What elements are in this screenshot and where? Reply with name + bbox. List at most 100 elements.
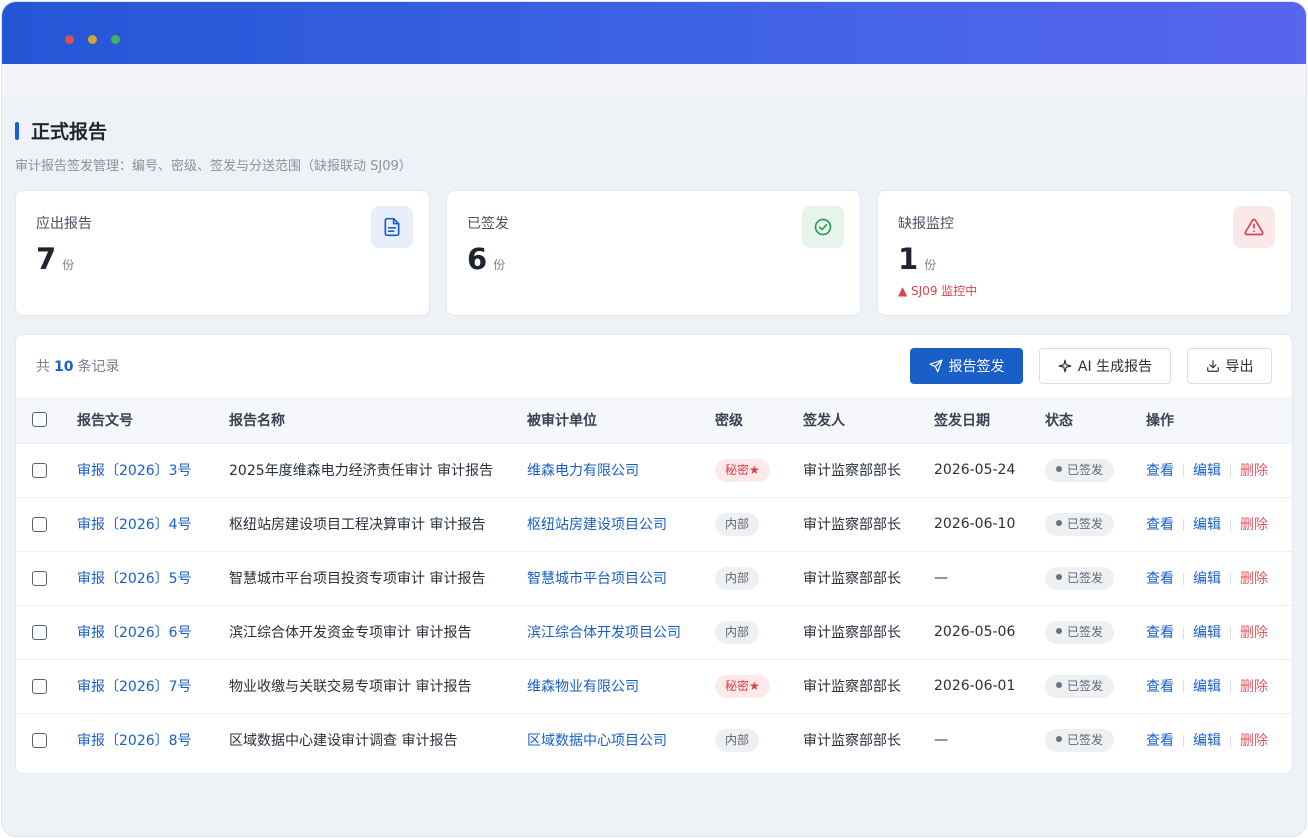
report-number-link[interactable]: 审报〔2026〕8号 [77, 733, 192, 749]
record-count-suffix: 条记录 [77, 359, 120, 375]
signer: 审计监察部部长 [803, 463, 901, 479]
view-link[interactable]: 查看 [1146, 625, 1174, 641]
record-count-prefix: 共 [36, 359, 50, 375]
main-content: 正式报告 审计报告签发管理：编号、密级、签发与分送范围（缺报联动 SJ09） 应… [2, 96, 1306, 776]
signer: 审计监察部部长 [803, 679, 901, 695]
header-signer[interactable]: 签发人 [803, 397, 934, 443]
status-badge: 已签发 [1045, 674, 1115, 698]
row-checkbox[interactable] [32, 516, 47, 532]
audited-unit-link[interactable]: 滨江综合体开发项目公司 [527, 625, 681, 641]
report-table-card: 共 10 条记录 报告签发 AI 生成报告 导出 报告文号 报告名称 被审计单位… [15, 334, 1293, 774]
audited-unit-link[interactable]: 维森电力有限公司 [527, 463, 639, 479]
secret-level-badge: 内部 [715, 512, 760, 536]
report-number-link[interactable]: 审报〔2026〕7号 [77, 679, 192, 695]
delete-link[interactable]: 删除 [1240, 517, 1268, 533]
view-link[interactable]: 查看 [1146, 733, 1174, 749]
report-name: 区域数据中心建设审计调查 审计报告 [229, 733, 458, 750]
divider [1183, 681, 1184, 693]
table-row: 审报〔2026〕3号 2025年度维森电力经济责任审计 审计报告 维森电力有限公… [16, 443, 1292, 497]
export-button[interactable]: 导出 [1187, 348, 1272, 384]
report-number-link[interactable]: 审报〔2026〕3号 [77, 463, 192, 479]
ai-generate-label: AI 生成报告 [1077, 359, 1153, 375]
table-toolbar: 共 10 条记录 报告签发 AI 生成报告 导出 [16, 335, 1292, 397]
header-status[interactable]: 状态 [1045, 397, 1146, 443]
row-checkbox[interactable] [32, 570, 47, 586]
divider [1230, 573, 1231, 585]
secret-level-badge: 内部 [715, 620, 760, 644]
view-link[interactable]: 查看 [1146, 571, 1174, 587]
record-count-value: 10 [54, 359, 74, 375]
issue-date: 2026-06-10 [934, 516, 1016, 532]
app-window: 正式报告 审计报告签发管理：编号、密级、签发与分送范围（缺报联动 SJ09） 应… [2, 2, 1306, 836]
maximize-window-button[interactable] [111, 35, 120, 44]
page-subtitle: 审计报告签发管理：编号、密级、签发与分送范围（缺报联动 SJ09） [15, 159, 412, 174]
stat-value: 1 [898, 242, 919, 276]
header-name[interactable]: 报告名称 [229, 397, 527, 443]
ai-generate-button[interactable]: AI 生成报告 [1039, 348, 1171, 384]
audited-unit-link[interactable]: 维森物业有限公司 [527, 679, 639, 695]
status-badge: 已签发 [1045, 728, 1115, 752]
stat-card-missing: 缺报监控 1 份 ▲ SJ09 监控中 [877, 190, 1292, 316]
edit-link[interactable]: 编辑 [1193, 517, 1221, 533]
report-number-link[interactable]: 审报〔2026〕6号 [77, 625, 192, 641]
stat-unit: 份 [924, 258, 937, 272]
report-name: 智慧城市平台项目投资专项审计 审计报告 [229, 571, 486, 587]
stat-value: 6 [467, 242, 488, 276]
edit-link[interactable]: 编辑 [1193, 463, 1221, 479]
status-dot-icon [1056, 628, 1062, 634]
status-dot-icon [1056, 682, 1062, 688]
report-name: 滨江综合体开发资金专项审计 审计报告 [229, 625, 472, 641]
select-all-checkbox[interactable] [32, 412, 47, 428]
header-secret[interactable]: 密级 [715, 397, 803, 443]
table-row: 审报〔2026〕6号 滨江综合体开发资金专项审计 审计报告 滨江综合体开发项目公… [16, 605, 1292, 659]
audited-unit-link[interactable]: 区域数据中心项目公司 [527, 733, 667, 749]
header-date[interactable]: 签发日期 [934, 397, 1045, 443]
divider [1183, 573, 1184, 585]
row-checkbox[interactable] [32, 624, 47, 640]
edit-link[interactable]: 编辑 [1193, 571, 1221, 587]
title-bar [2, 2, 1306, 64]
view-link[interactable]: 查看 [1146, 679, 1174, 695]
header-unit[interactable]: 被审计单位 [527, 397, 715, 443]
issue-date: — [934, 732, 948, 749]
issue-report-button[interactable]: 报告签发 [910, 348, 1023, 384]
audited-unit-link[interactable]: 智慧城市平台项目公司 [527, 571, 667, 587]
delete-link[interactable]: 删除 [1240, 733, 1268, 749]
row-checkbox[interactable] [32, 462, 47, 478]
status-badge: 已签发 [1045, 620, 1115, 644]
divider [1230, 627, 1231, 639]
title-accent-bar [15, 121, 19, 140]
signer: 审计监察部部长 [803, 571, 901, 587]
minimize-window-button[interactable] [88, 35, 97, 44]
row-checkbox[interactable] [32, 678, 47, 694]
report-number-link[interactable]: 审报〔2026〕4号 [77, 517, 192, 533]
report-name: 枢纽站房建设项目工程决算审计 审计报告 [229, 517, 486, 533]
divider [1183, 519, 1184, 531]
status-badge: 已签发 [1045, 458, 1115, 482]
view-link[interactable]: 查看 [1146, 463, 1174, 479]
secret-level-badge: 秘密★ [715, 674, 770, 698]
audited-unit-link[interactable]: 枢纽站房建设项目公司 [527, 517, 667, 533]
edit-link[interactable]: 编辑 [1193, 625, 1221, 641]
edit-link[interactable]: 编辑 [1193, 679, 1221, 695]
divider [1183, 735, 1184, 748]
delete-link[interactable]: 删除 [1240, 571, 1268, 587]
delete-link[interactable]: 删除 [1240, 679, 1268, 695]
document-icon [371, 206, 413, 248]
row-checkbox[interactable] [32, 732, 47, 748]
table-body: 审报〔2026〕3号 2025年度维森电力经济责任审计 审计报告 维森电力有限公… [16, 443, 1292, 767]
report-number-link[interactable]: 审报〔2026〕5号 [77, 571, 192, 587]
delete-link[interactable]: 删除 [1240, 463, 1268, 479]
send-icon [929, 359, 942, 373]
header-number[interactable]: 报告文号 [77, 397, 229, 443]
status-text: 已签发 [1067, 678, 1104, 693]
delete-link[interactable]: 删除 [1240, 625, 1268, 641]
divider [1230, 681, 1231, 693]
edit-link[interactable]: 编辑 [1193, 733, 1221, 749]
signer: 审计监察部部长 [803, 517, 901, 533]
close-window-button[interactable] [65, 35, 74, 44]
view-link[interactable]: 查看 [1146, 517, 1174, 533]
signer: 审计监察部部长 [803, 625, 901, 641]
sparkle-icon [1058, 359, 1072, 373]
divider [1230, 519, 1231, 531]
